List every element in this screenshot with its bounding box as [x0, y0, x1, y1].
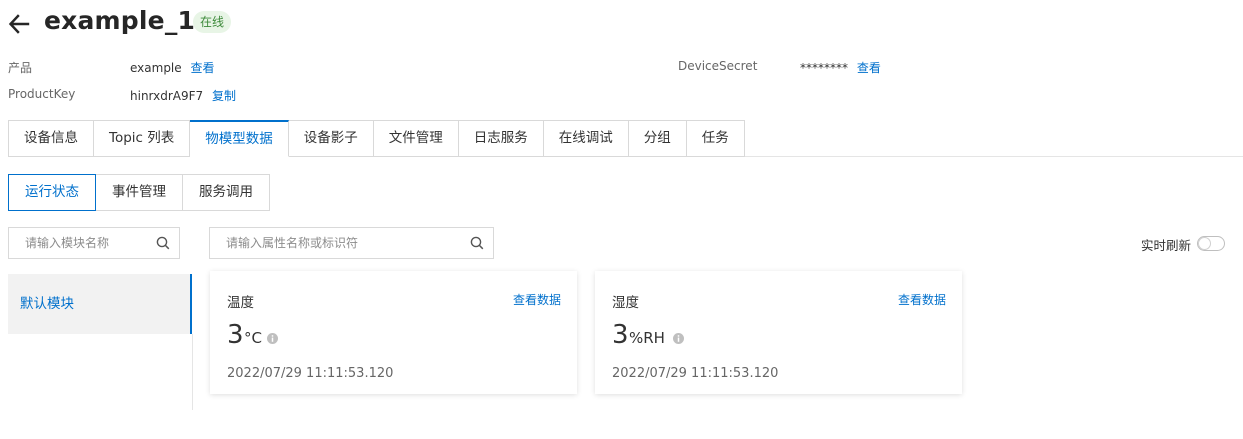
module-item-default[interactable]: 默认模块: [8, 274, 192, 334]
update-time: 2022/07/29 11:11:53.120: [227, 366, 394, 381]
property-card-temperature: 温度 查看数据 3 °C 2022/07/29 11:11:53.120: [210, 271, 577, 394]
info-icon[interactable]: [673, 333, 684, 344]
property-card-humidity: 湿度 查看数据 3 %RH 2022/07/29 11:11:53.120: [595, 271, 962, 394]
property-unit: °C: [244, 329, 262, 347]
module-search-input[interactable]: [9, 228, 179, 258]
search-icon[interactable]: [156, 236, 170, 250]
tab-device-info[interactable]: 设备信息: [8, 120, 94, 157]
search-icon[interactable]: [470, 236, 484, 250]
product-value: example: [130, 61, 182, 75]
module-search-box: [8, 227, 180, 259]
tab-file-management[interactable]: 文件管理: [373, 120, 459, 157]
property-name: 湿度: [612, 295, 639, 311]
back-arrow-icon[interactable]: [8, 12, 30, 36]
secret-value: ********: [800, 61, 848, 75]
productkey-label-cell: ProductKey: [8, 87, 75, 101]
update-time: 2022/07/29 11:11:53.120: [612, 366, 779, 381]
main-tabs: 设备信息 Topic 列表 物模型数据 设备影子 文件管理 日志服务 在线调试 …: [8, 120, 745, 157]
secret-label-cell: DeviceSecret: [678, 59, 757, 73]
tab-topic-list[interactable]: Topic 列表: [94, 120, 191, 157]
secret-value-cell: ******** 查看: [800, 59, 881, 76]
tab-online-debug[interactable]: 在线调试: [543, 120, 629, 157]
productkey-value-cell: hinrxdrA9F7 复制: [130, 87, 236, 104]
tab-thing-model-data[interactable]: 物模型数据: [190, 120, 289, 157]
product-value-cell: example 查看: [130, 59, 215, 76]
product-view-link[interactable]: 查看: [190, 61, 214, 75]
subtab-event-management[interactable]: 事件管理: [96, 174, 183, 211]
property-unit: %RH: [629, 329, 665, 347]
productkey-copy-link[interactable]: 复制: [212, 89, 236, 103]
product-label-cell: 产品: [8, 59, 32, 76]
tab-task[interactable]: 任务: [686, 120, 745, 157]
sub-tabs: 运行状态 事件管理 服务调用: [8, 174, 270, 211]
product-label: 产品: [8, 61, 33, 75]
property-value: 3: [227, 320, 244, 350]
productkey-value: hinrxdrA9F7: [130, 89, 204, 103]
tab-group[interactable]: 分组: [628, 120, 687, 157]
property-value: 3: [612, 320, 629, 350]
property-name: 温度: [227, 295, 254, 311]
subtab-running-status[interactable]: 运行状态: [8, 174, 96, 211]
view-data-link[interactable]: 查看数据: [513, 291, 561, 308]
status-badge: 在线: [193, 11, 232, 33]
secret-view-link[interactable]: 查看: [857, 61, 881, 75]
property-search-input[interactable]: [210, 228, 493, 258]
page-title: example_1: [44, 6, 196, 35]
module-list-divider: [192, 334, 193, 410]
subtab-service-call[interactable]: 服务调用: [183, 174, 270, 211]
realtime-refresh-toggle[interactable]: [1197, 236, 1225, 251]
secret-label: DeviceSecret: [678, 59, 758, 73]
tab-log-service[interactable]: 日志服务: [458, 120, 544, 157]
property-search-box: [209, 227, 494, 259]
view-data-link[interactable]: 查看数据: [898, 291, 946, 308]
tab-device-shadow[interactable]: 设备影子: [288, 120, 374, 157]
info-icon[interactable]: [267, 333, 278, 344]
productkey-label: ProductKey: [8, 87, 76, 101]
realtime-refresh-label: 实时刷新: [1141, 238, 1192, 253]
